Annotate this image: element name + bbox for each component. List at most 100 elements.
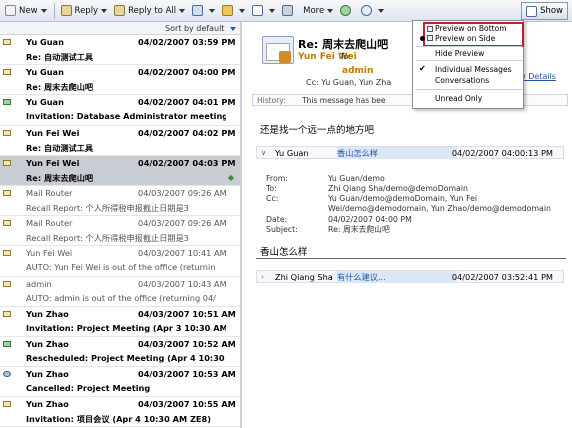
message-date: 04/03/2007 10:43 AM — [138, 278, 227, 289]
list-item[interactable]: Mail Router 04/03/2007 09:26 AM Recall Rep… — [0, 216, 240, 247]
message-status-icon — [3, 39, 11, 45]
search-icon — [361, 5, 373, 16]
list-item[interactable]: Yun Fei Wei 04/02/2007 04:02 PM Re: 自动测试工具 — [0, 126, 240, 156]
message-date: 04/02/2007 04:03 PM — [138, 157, 236, 168]
message-status-icon — [3, 159, 11, 166]
reply-icon — [60, 5, 72, 16]
delete-button[interactable] — [279, 2, 299, 20]
history-label: History: — [257, 96, 286, 105]
forward-button[interactable] — [189, 2, 218, 20]
reply-button[interactable]: Reply — [58, 2, 111, 20]
show-menu: Preview on Bottom Preview on Side Hide P… — [412, 20, 524, 109]
message-from: Yun Fei Wei — [26, 127, 80, 138]
folder-button[interactable] — [219, 2, 248, 20]
preview-side-icon — [427, 35, 433, 41]
chevron-down-icon — [101, 8, 108, 13]
more-label: More — [303, 5, 325, 16]
thread-entry[interactable]: › Zhi Qiang Sha 有什么建议... 04/02/2007 03:5… — [256, 270, 564, 283]
message-from: admin — [26, 278, 52, 289]
menu-separator — [416, 89, 522, 90]
chevron-down-icon[interactable]: ∨ — [261, 147, 266, 159]
list-item[interactable]: Yun Zhao 04/03/2007 10:52 AM Rescheduled: … — [0, 337, 240, 368]
message-status-icon — [3, 371, 11, 378]
show-button[interactable]: Show — [521, 2, 568, 20]
list-item[interactable]: Yu Guan 04/02/2007 04:00 PM Re: 周末去爬山吧 — [0, 65, 240, 96]
layout-icon — [526, 5, 538, 17]
header-value: Re: 周末去爬山吧 — [328, 225, 390, 234]
list-item[interactable]: Yun Zhao 04/03/2007 10:55 AM Invitation: 项… — [0, 397, 240, 428]
header-value: Zhi Qiang Sha/demo@demoDomain — [328, 184, 468, 193]
trash-icon — [282, 5, 294, 16]
toolbar: New Reply Reply to All More Show — [0, 0, 572, 22]
message-from: Yu Guan — [26, 97, 64, 108]
reply-all-icon — [114, 5, 126, 16]
message-from: Yun Fei Wei — [26, 248, 73, 259]
message-date: 04/02/2007 03:59 PM — [138, 37, 236, 47]
list-item[interactable]: Yu Guan 04/02/2007 04:01 PM Invitation: Da… — [0, 95, 240, 126]
message-from: Yu Guan — [26, 37, 64, 47]
folder-icon — [222, 5, 234, 16]
search-button[interactable] — [358, 2, 387, 20]
list-item[interactable]: Yun Fei Wei 04/02/2007 04:03 PM Re: 周末去爬山吧… — [0, 155, 240, 186]
menu-item-preview-side[interactable]: Preview on Side — [435, 34, 495, 43]
header-value: 04/02/2007 04:00 PM — [328, 215, 412, 224]
header-key: From: — [266, 174, 288, 183]
list-item[interactable]: Yu Guan 04/02/2007 03:59 PM Re: 自动测试工具 — [0, 35, 240, 66]
message-subject: Rescheduled: Project Meeting (Apr 4 10:3… — [26, 352, 226, 363]
message-date: 04/02/2007 04:02 PM — [138, 127, 236, 138]
menu-item-conversations[interactable]: Conversations — [435, 76, 489, 85]
menu-separator — [416, 60, 522, 61]
message-date: 04/03/2007 10:52 AM — [138, 338, 236, 349]
thread-date: 04/02/2007 03:52:41 PM — [451, 272, 553, 282]
message-from: Yu Guan — [26, 67, 64, 78]
message-subject: Re: 周末去爬山吧 — [26, 82, 94, 93]
refresh-icon — [340, 5, 352, 16]
envelope-icon — [262, 36, 294, 64]
new-label: New — [19, 5, 38, 16]
message-subject: Invitation: Database Administrator meeti… — [26, 111, 226, 122]
chevron-down-icon — [378, 8, 385, 13]
list-item[interactable]: Mail Router 04/03/2007 09:26 AM Recall Rep… — [0, 186, 240, 217]
message-status-icon — [3, 280, 11, 287]
list-item[interactable]: Yun Zhao 04/03/2007 10:53 AM Cancelled: Pr… — [0, 367, 240, 398]
reply-all-button[interactable]: Reply to All — [111, 2, 188, 20]
sort-dropdown[interactable]: Sort by default — [0, 22, 240, 35]
message-status-icon — [3, 310, 11, 317]
header-value: Yu Guan/demo@demoDomain, Yun Fei Wei/dem… — [328, 194, 551, 213]
menu-item-preview-bottom[interactable]: Preview on Bottom — [435, 24, 507, 33]
new-message-icon — [5, 5, 16, 16]
chevron-down-icon — [230, 27, 236, 31]
thread-author: Zhi Qiang Sha — [275, 272, 333, 282]
toolbar-separator — [53, 2, 55, 19]
show-label: Show — [540, 6, 563, 16]
sort-label: Sort by default — [165, 24, 225, 33]
message-from: Yun Zhao — [26, 338, 69, 349]
header-key: Subject: — [266, 225, 298, 234]
list-item[interactable]: Yun Fei Wei 04/03/2007 10:41 AM AUTO: Yun … — [0, 246, 240, 277]
preview-recipient[interactable]: admin — [342, 66, 373, 76]
more-button[interactable]: More — [300, 2, 336, 20]
flag-button[interactable] — [249, 2, 278, 20]
menu-item-hide-preview[interactable]: Hide Preview — [435, 49, 484, 58]
message-subject: Re: 自动测试工具 — [26, 142, 94, 153]
message-from: Yun Zhao — [26, 369, 69, 380]
header-key: Cc: — [266, 194, 279, 203]
message-status-icon — [3, 99, 11, 106]
header-key: Date: — [266, 215, 288, 224]
menu-item-unread-only[interactable]: Unread Only — [435, 94, 482, 103]
menu-item-individual-messages[interactable]: Individual Messages — [435, 65, 512, 74]
thread-entry[interactable]: ∨ Yu Guan 香山怎么样 04/02/2007 04:00:13 PM — [256, 146, 564, 159]
message-date: 04/02/2007 04:01 PM — [138, 97, 236, 108]
message-date: 04/03/2007 10:41 AM — [138, 248, 227, 259]
chevron-down-icon — [327, 8, 334, 13]
list-item[interactable]: admin 04/03/2007 10:43 AM AUTO: admin is o… — [0, 277, 240, 307]
message-subject: AUTO: Yun Fei Wei is out of the office (… — [26, 262, 216, 273]
message-status-icon — [3, 401, 11, 408]
divider — [256, 258, 566, 259]
chevron-down-icon — [209, 8, 216, 13]
chevron-right-icon[interactable]: › — [261, 271, 264, 283]
list-item[interactable]: Yun Zhao 04/03/2007 10:51 AM Invitation: P… — [0, 307, 240, 337]
new-button[interactable]: New — [2, 2, 50, 20]
refresh-button[interactable] — [337, 2, 357, 20]
message-subject: Re: 自动测试工具 — [26, 52, 94, 62]
